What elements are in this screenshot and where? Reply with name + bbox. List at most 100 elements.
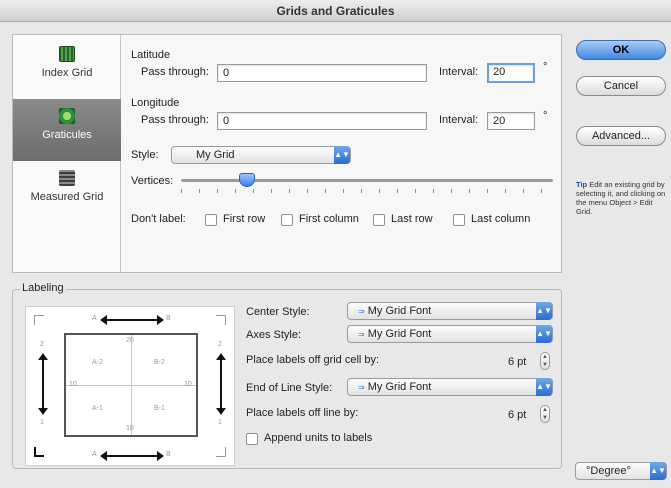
left-double-arrow-icon (38, 353, 48, 415)
first-row-label: First row (223, 213, 266, 225)
longitude-unit: ° (543, 110, 548, 122)
sidebar-item-label: Graticules (42, 129, 92, 141)
last-column-label: Last column (471, 213, 531, 225)
quadrant-a1-label: A-1 (92, 405, 103, 412)
longitude-pass-field[interactable]: 0 (217, 112, 427, 130)
labeling-title: Labeling (20, 282, 66, 294)
bottom-double-arrow-icon (100, 451, 164, 461)
grid-type-list: Index Grid Graticules Measured Grid (13, 35, 121, 272)
longitude-pass-label: Pass through: (141, 114, 209, 126)
cell-right-label: 10 (184, 381, 192, 388)
latitude-interval-field[interactable]: 20 (487, 63, 535, 83)
corner-bottom-right-icon (216, 447, 226, 457)
cancel-button[interactable]: Cancel (576, 76, 666, 96)
longitude-interval-label: Interval: (439, 114, 479, 126)
diagram-bottom-left-label: A (92, 451, 97, 458)
style-select-value: My Grid (196, 149, 235, 161)
corner-top-right-icon (216, 315, 226, 325)
chevron-updown-icon: ▲▼ (536, 325, 552, 343)
offset-line-value[interactable]: 6 pt (508, 409, 526, 421)
grid-settings-frame: Index Grid Graticules Measured Grid Lati… (12, 34, 562, 273)
offset-cell-label: Place labels off grid cell by: (246, 354, 380, 366)
diagram-top-left-label: A (92, 315, 97, 322)
cell-top-label: 20 (126, 337, 134, 344)
label-position-diagram: A B A B 2 1 2 1 20 10 10 10 A-2 B-2 A-1 … (25, 306, 235, 466)
advanced-button[interactable]: Advanced... (576, 126, 666, 146)
font-style-icon: ⇒ (358, 383, 365, 392)
chevron-updown-icon: ▲▼ (650, 462, 666, 480)
index-grid-icon (59, 46, 75, 62)
append-units-label: Append units to labels (264, 432, 373, 444)
quadrant-b1-label: B-1 (154, 405, 165, 412)
diagram-top-right-label: B (166, 315, 171, 322)
longitude-heading: Longitude (131, 97, 180, 109)
latitude-unit: ° (543, 61, 548, 73)
append-units-checkbox[interactable] (246, 433, 258, 445)
offset-cell-value[interactable]: 6 pt (508, 356, 526, 368)
vertices-slider-knob[interactable] (239, 173, 255, 187)
end-line-style-value: My Grid Font (367, 381, 432, 393)
center-style-label: Center Style: (246, 306, 310, 318)
tip-body: Edit an existing grid by selecting it, a… (576, 180, 666, 216)
tip-text: Tip Edit an existing grid by selecting i… (576, 180, 666, 216)
center-style-select[interactable]: ⇒ My Grid Font ▲▼ (347, 302, 553, 320)
diagram-right-bottom-label: 1 (218, 419, 222, 426)
first-column-checkbox[interactable] (281, 214, 293, 226)
last-column-checkbox[interactable] (453, 214, 465, 226)
cell-left-label: 10 (69, 381, 77, 388)
measured-grid-icon (59, 170, 75, 186)
diagram-right-top-label: 2 (218, 341, 222, 348)
quadrant-b2-label: B-2 (154, 359, 165, 366)
latitude-interval-label: Interval: (439, 66, 479, 78)
ok-button[interactable]: OK (576, 40, 666, 60)
tip-prefix: Tip (576, 180, 588, 189)
diagram-left-top-label: 2 (40, 341, 44, 348)
dont-label-label: Don't label: (131, 213, 186, 225)
font-style-icon: ⇒ (358, 307, 365, 316)
longitude-interval-field[interactable]: 20 (487, 112, 535, 130)
last-row-checkbox[interactable] (373, 214, 385, 226)
sidebar-item-graticules[interactable]: Graticules (13, 99, 121, 161)
cell-horizontal-line (66, 385, 196, 386)
grid-cell-preview: 20 10 10 10 A-2 B-2 A-1 B-1 (64, 333, 198, 437)
axes-style-label: Axes Style: (246, 329, 302, 341)
axes-style-select[interactable]: ⇒ My Grid Font ▲▼ (347, 325, 553, 343)
corner-top-left-icon (34, 315, 44, 325)
offset-line-stepper[interactable]: ▲ ▼ (540, 405, 550, 423)
chevron-updown-icon: ▲▼ (334, 146, 350, 164)
graticule-settings-panel: Latitude Pass through: 0 Interval: 20 ° … (121, 35, 561, 272)
center-style-value: My Grid Font (367, 305, 432, 317)
first-column-label: First column (299, 213, 359, 225)
corner-bottom-left-icon (34, 447, 44, 457)
offset-cell-stepper[interactable]: ▲ ▼ (540, 352, 550, 370)
sidebar-item-index-grid[interactable]: Index Grid (13, 37, 121, 99)
right-double-arrow-icon (216, 353, 226, 415)
latitude-heading: Latitude (131, 49, 171, 61)
font-style-icon: ⇒ (358, 330, 365, 339)
units-select-value: °Degree° (586, 465, 631, 477)
end-line-style-select[interactable]: ⇒ My Grid Font ▲▼ (347, 378, 553, 396)
end-line-style-label: End of Line Style: (246, 382, 333, 394)
quadrant-a2-label: A-2 (92, 359, 103, 366)
vertices-label: Vertices: (131, 175, 174, 187)
top-double-arrow-icon (100, 315, 164, 325)
chevron-updown-icon: ▲▼ (536, 302, 552, 320)
sidebar-item-measured-grid[interactable]: Measured Grid (13, 161, 121, 223)
style-label: Style: (131, 149, 159, 161)
vertices-slider-track[interactable] (181, 179, 553, 182)
chevron-updown-icon: ▲▼ (536, 378, 552, 396)
sidebar-item-label: Measured Grid (30, 191, 104, 203)
axes-style-value: My Grid Font (367, 328, 432, 340)
first-row-checkbox[interactable] (205, 214, 217, 226)
diagram-left-bottom-label: 1 (40, 419, 44, 426)
vertices-slider-ticks (181, 189, 553, 193)
cell-bottom-label: 10 (126, 425, 134, 432)
diagram-bottom-right-label: B (166, 451, 171, 458)
latitude-pass-field[interactable]: 0 (217, 64, 427, 82)
window-title: Grids and Graticules (0, 0, 671, 22)
units-select[interactable]: °Degree° ▲▼ (575, 462, 667, 480)
graticules-icon (59, 108, 75, 124)
latitude-pass-label: Pass through: (141, 66, 209, 78)
last-row-label: Last row (391, 213, 433, 225)
style-select[interactable]: My Grid ▲▼ (171, 146, 351, 164)
